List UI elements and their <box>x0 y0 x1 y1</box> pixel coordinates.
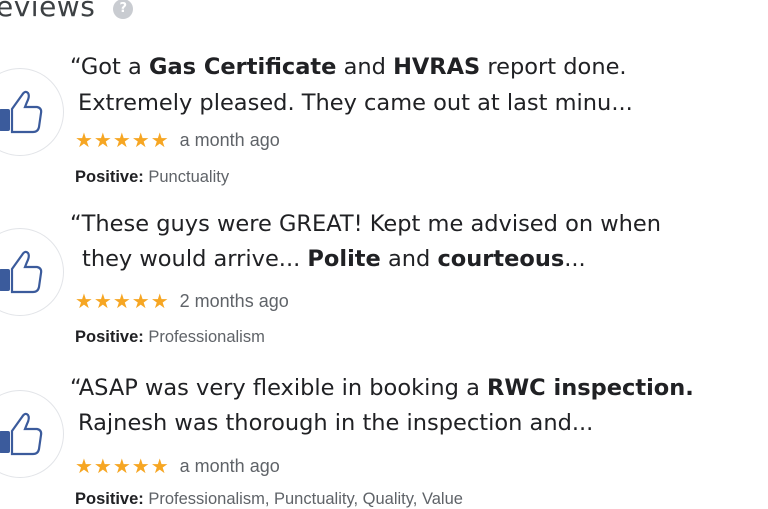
review-time: a month ago <box>179 129 280 150</box>
avatar <box>0 68 64 156</box>
help-icon[interactable]: ? <box>113 0 134 19</box>
thumbs-up-icon <box>0 90 43 134</box>
review-time: a month ago <box>179 455 280 476</box>
star-rating: ★★★★★ <box>75 128 170 152</box>
star-rating: ★★★★★ <box>75 454 170 478</box>
review-text-line1: “Got a Gas Certificate and HVRAS report … <box>70 54 627 80</box>
review-attributes: Positive: Punctuality <box>75 168 230 186</box>
review-text-line2: Rajnesh was thorough in the inspection a… <box>78 410 594 436</box>
review-text-line2: Extremely pleased. They came out at last… <box>78 90 633 116</box>
reviews-header: eviews ? <box>0 0 134 23</box>
avatar <box>0 390 64 478</box>
reviews-title: eviews <box>0 0 96 23</box>
review-text-line1: “ASAP was very flexible in booking a RWC… <box>70 375 694 401</box>
review-attributes: Positive: Professionalism <box>75 328 265 346</box>
thumbs-up-icon <box>0 412 43 456</box>
review-time: 2 months ago <box>179 290 289 311</box>
avatar <box>0 228 64 316</box>
review-text-line1: “These guys were GREAT! Kept me advised … <box>70 211 662 237</box>
review-text-line2: they would arrive... Polite and courteou… <box>82 246 586 272</box>
star-rating: ★★★★★ <box>75 289 170 313</box>
review-attributes: Positive: Professionalism, Punctuality, … <box>75 490 463 508</box>
thumbs-up-icon <box>0 250 43 294</box>
